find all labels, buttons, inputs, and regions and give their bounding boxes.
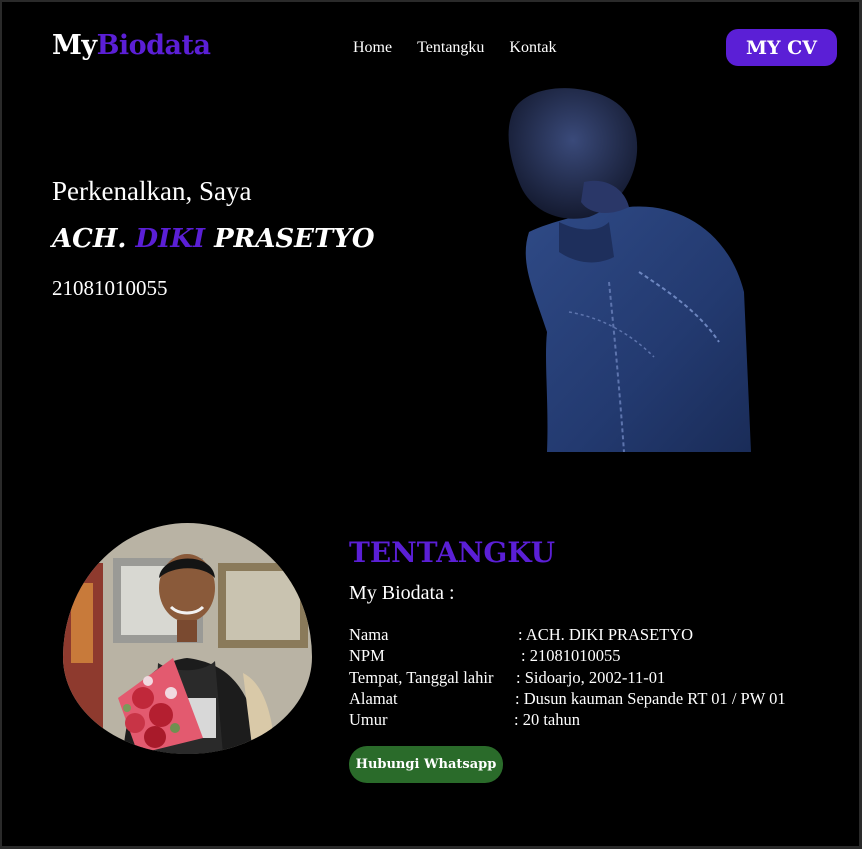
biodata-value: : 21081010055	[521, 646, 621, 666]
nav-home[interactable]: Home	[353, 39, 392, 57]
biodata-label: Alamat	[349, 688, 398, 708]
nav-tentangku[interactable]: Tentangku	[417, 39, 484, 57]
page: MyBiodata Home Tentangku Kontak MY CV Pe…	[2, 2, 859, 846]
biodata-value: : 20 tahun	[514, 710, 580, 730]
logo-text-biodata: Biodata	[96, 30, 211, 61]
biodata-value: : Dusun kauman Sepande RT 01 / PW 01	[515, 688, 786, 708]
biodata-label: Umur	[349, 710, 388, 730]
my-cv-button[interactable]: MY CV	[726, 29, 837, 66]
hero-greeting: Perkenalkan, Saya	[52, 176, 252, 206]
whatsapp-button[interactable]: Hubungi Whatsapp	[349, 746, 503, 783]
hero-npm: 21081010055	[52, 276, 168, 300]
profile-photo	[63, 523, 312, 754]
biodata-label: Nama	[349, 625, 389, 644]
logo-text-my: My	[52, 30, 97, 61]
hero-name-first: ACH.	[52, 224, 136, 254]
about-subtitle: My Biodata :	[349, 582, 455, 604]
nav-kontak[interactable]: Kontak	[509, 39, 556, 57]
biodata-value: : ACH. DIKI PRASETYO	[518, 625, 694, 644]
hero-name: ACH. DIKI PRASETYO	[52, 224, 375, 254]
about-title: TENTANGKU	[349, 536, 556, 569]
hero-name-last: PRASETYO	[214, 224, 375, 254]
hero-name-middle: DIKI	[135, 224, 206, 254]
profile-photo-image	[63, 523, 312, 754]
hero-person-image	[508, 88, 751, 452]
site-logo[interactable]: MyBiodata	[52, 30, 211, 61]
biodata-label: NPM	[349, 646, 385, 666]
biodata-label: Tempat, Tanggal lahir	[349, 667, 494, 687]
main-nav: Home Tentangku Kontak	[353, 39, 557, 57]
biodata-value: : Sidoarjo, 2002-11-01	[516, 667, 666, 687]
